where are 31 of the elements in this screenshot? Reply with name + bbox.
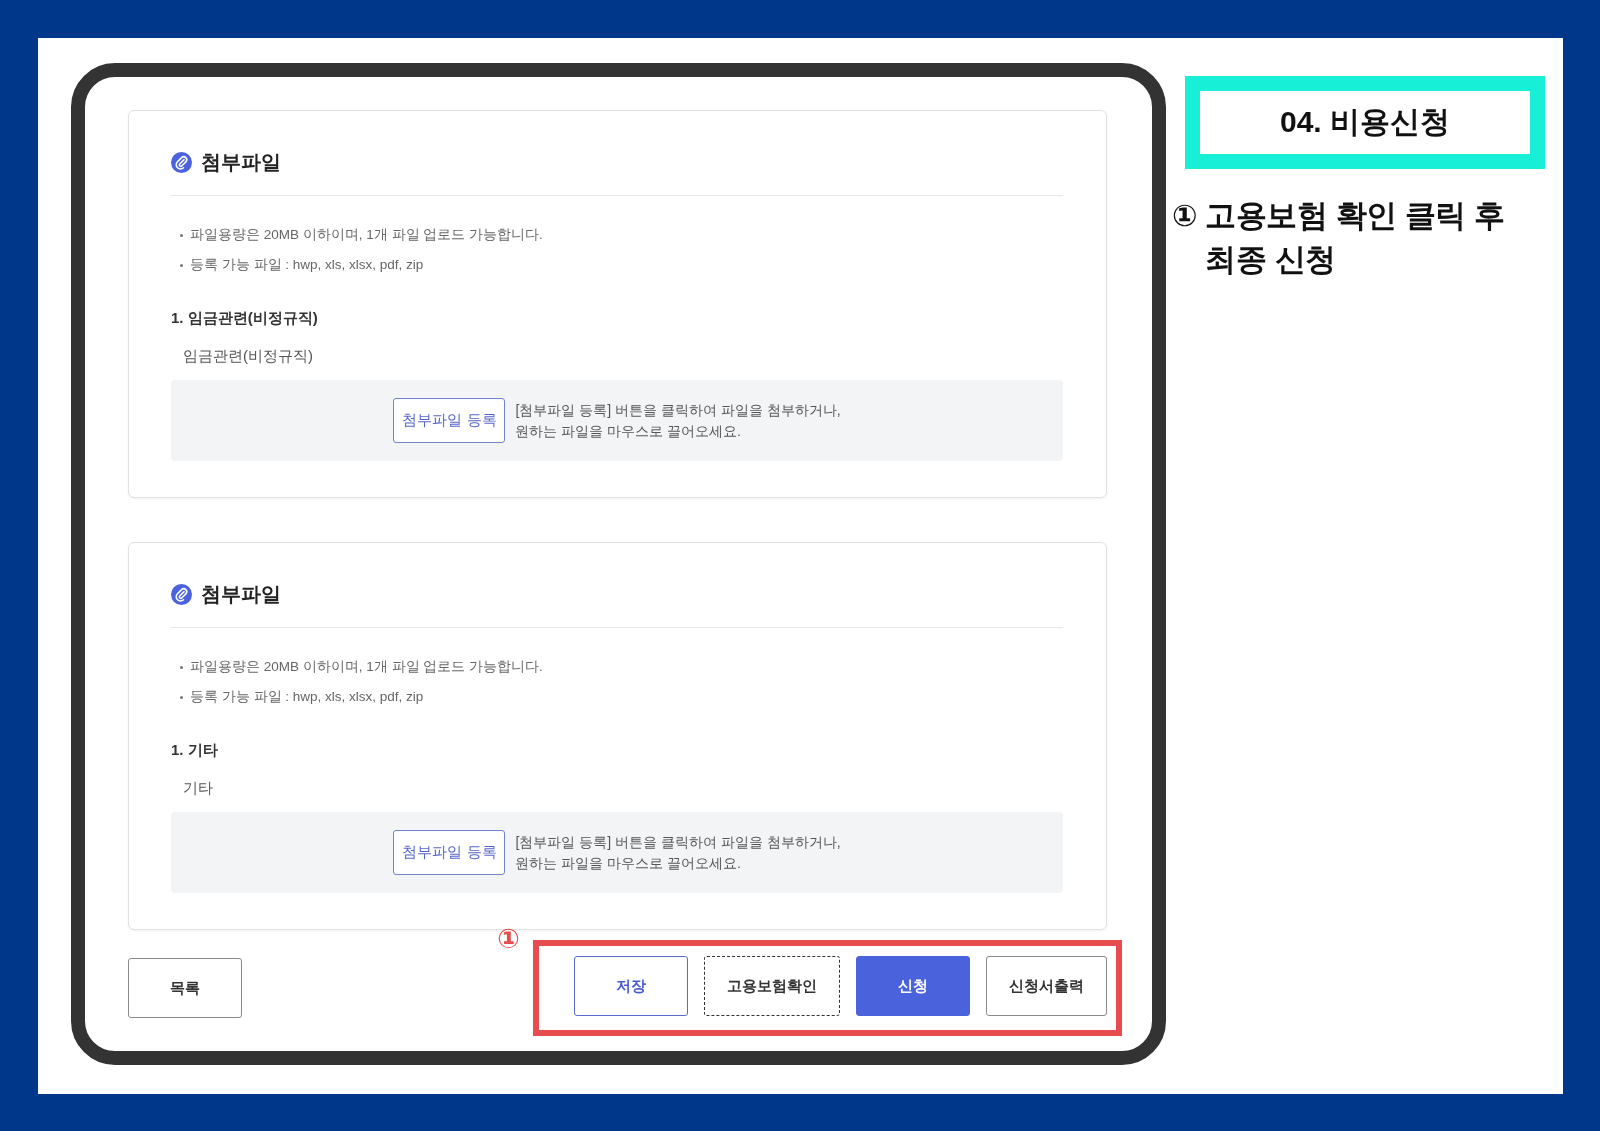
drop-zone[interactable]: 첨부파일 등록 [첨부파일 등록] 버튼을 클릭하여 파일을 첨부하거나, 원하는 파일을 마우스로 끌어오세요. — [171, 812, 1063, 893]
action-button[interactable]: 저장 — [574, 956, 688, 1016]
drop-hint: [첨부파일 등록] 버튼을 클릭하여 파일을 첨부하거나, 원하는 파일을 마우스로 끌어오세요. — [515, 832, 841, 873]
action-button[interactable]: 목록 — [128, 958, 242, 1018]
item-label: 1. 임금관련(비정규직) — [171, 308, 318, 328]
upload-button[interactable]: 첨부파일 등록 — [393, 830, 506, 875]
action-button[interactable]: 고용보험확인 — [704, 956, 840, 1016]
item-name: 기타 — [183, 778, 213, 798]
step-marker: ① — [497, 924, 520, 954]
bullet-icon — [180, 263, 183, 267]
drop-zone[interactable]: 첨부파일 등록 [첨부파일 등록] 버튼을 클릭하여 파일을 첨부하거나, 원하는 파일을 마우스로 끌어오세요. — [171, 380, 1063, 461]
section-title: 첨부파일 — [201, 151, 281, 173]
action-button[interactable]: 신청서출력 — [986, 956, 1107, 1016]
bullet-icon — [180, 233, 183, 237]
paperclip-icon — [171, 583, 192, 605]
paperclip-icon — [171, 151, 192, 173]
note-text: 파일용량은 20MB 이하이며, 1개 파일 업로드 가능합니다. — [190, 226, 543, 244]
item-name: 임금관련(비정규직) — [183, 346, 313, 366]
action-button[interactable]: 신청 — [856, 956, 970, 1016]
note-text: 등록 가능 파일 : hwp, xls, xlsx, pdf, zip — [190, 688, 424, 706]
note-text: 등록 가능 파일 : hwp, xls, xlsx, pdf, zip — [190, 256, 424, 274]
drop-hint: [첨부파일 등록] 버튼을 클릭하여 파일을 첨부하거나, 원하는 파일을 마우스로 끌어오세요. — [515, 400, 841, 441]
bullet-icon — [180, 695, 183, 699]
step-title: 04. 비용신청 — [1279, 104, 1450, 140]
guide-text: 고용보험 확인 클릭 후 최종 신청 — [1205, 197, 1506, 279]
item-label: 1. 기타 — [171, 740, 218, 760]
upload-button[interactable]: 첨부파일 등록 — [393, 398, 506, 443]
step-marker: ① — [1172, 198, 1198, 234]
bullet-icon — [180, 665, 183, 669]
note-text: 파일용량은 20MB 이하이며, 1개 파일 업로드 가능합니다. — [190, 658, 543, 676]
section-title: 첨부파일 — [201, 583, 281, 605]
